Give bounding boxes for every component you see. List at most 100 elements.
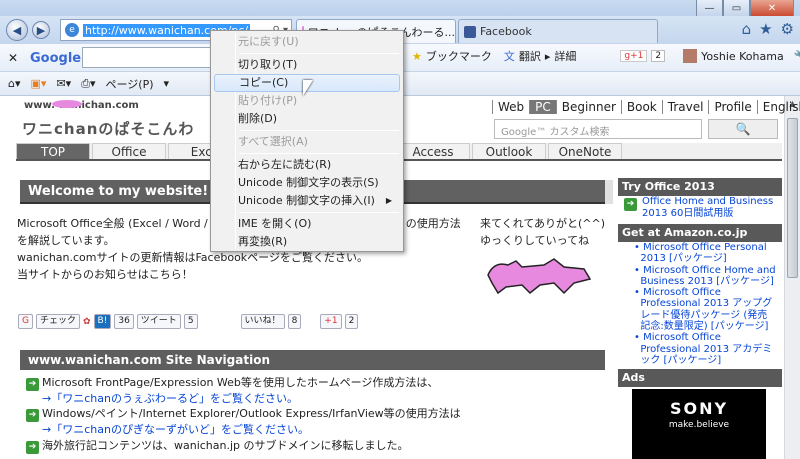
arrow-icon: ➔ xyxy=(624,196,640,211)
site-logo[interactable]: ワニchanのぱそこんわ xyxy=(22,118,194,139)
forward-arrow-icon: ▶ xyxy=(36,23,46,37)
nav-link-web[interactable]: →「ワニchanのうぇぶわーるど」をご覧ください。 xyxy=(42,390,298,406)
menu-item-undo[interactable]: 元に戻す(U) xyxy=(214,33,400,51)
more-icon[interactable]: ▸ xyxy=(545,50,551,63)
ads-heading: Ads xyxy=(618,369,782,387)
amazon-list: • Microsoft Office Personal 2013 [パッケージ]… xyxy=(634,242,776,366)
back-arrow-icon: ◀ xyxy=(12,23,22,37)
intro-line: 当サイトからのお知らせはこちら！ xyxy=(17,268,193,281)
google-search-input[interactable] xyxy=(82,47,212,68)
amazon-item[interactable]: • Microsoft Office Professional 2013 アカデ… xyxy=(634,332,776,366)
crocodile-image xyxy=(487,258,592,295)
tools-gear-icon[interactable]: ⚙ xyxy=(781,20,794,38)
print-icon[interactable]: ⎙▾ xyxy=(81,77,95,91)
top-link-beginner[interactable]: Beginner xyxy=(555,100,621,114)
greeting-text: 来てくれてありがと(^^) ゆっくりしていってね xyxy=(480,215,605,249)
menu-item-select-all[interactable]: すべて選択(A) xyxy=(214,133,400,151)
top-links: Web PC Beginner Book Travel Profile Engl… xyxy=(492,100,800,114)
menu-item-show-unicode[interactable]: Unicode 制御文字の表示(S) xyxy=(214,174,400,192)
try-office-link[interactable]: Office Home and Business 2013 60日間試用版 xyxy=(642,196,773,220)
feeds-icon[interactable]: ▣▾ xyxy=(31,77,47,90)
tweet-button[interactable]: ツイート xyxy=(136,314,181,329)
arrow-icon: ➔ xyxy=(26,409,39,422)
nav-item: ➔ Windows/ペイント/Internet Explorer/Outlook … xyxy=(26,405,461,422)
top-link-web[interactable]: Web xyxy=(492,100,529,114)
tab-facebook[interactable]: Facebook xyxy=(458,19,658,43)
croc-logo-icon xyxy=(52,100,82,108)
like-count: 8 xyxy=(287,314,302,329)
site-logo-small[interactable]: www. wanichan.com xyxy=(24,100,139,111)
menu-office[interactable]: Office xyxy=(92,143,166,159)
mail-icon[interactable]: ✉▾ xyxy=(56,77,71,90)
sony-tagline: make.believe xyxy=(668,420,730,430)
back-button[interactable]: ◀ xyxy=(6,19,28,41)
menu-access[interactable]: Access xyxy=(396,143,470,159)
greeting-line: 来てくれてありがと(^^) xyxy=(480,217,606,230)
facebook-favicon-icon xyxy=(464,25,476,38)
user-name[interactable]: Yoshie Kohama xyxy=(701,50,784,63)
tab-label: Facebook xyxy=(480,25,532,38)
details-button[interactable]: 詳細 xyxy=(554,48,576,64)
home-icon[interactable]: ⌂ xyxy=(742,20,752,38)
plus-one-button[interactable]: +1 xyxy=(320,314,342,329)
context-menu: 元に戻す(U) 切り取り(T) コピー(C) 貼り付け(P) 削除(D) すべて… xyxy=(210,30,404,252)
top-link-profile[interactable]: Profile xyxy=(708,100,756,114)
plus-one-count: 2 xyxy=(651,50,666,62)
scroll-thumb[interactable] xyxy=(787,118,798,278)
heading-edge xyxy=(605,180,613,204)
tweet-count: 5 xyxy=(183,314,198,329)
try-office-heading: Try Office 2013 xyxy=(618,178,782,196)
menu-onenote[interactable]: OneNote xyxy=(548,143,622,159)
amazon-heading: Get at Amazon.co.jp xyxy=(618,224,782,242)
hatena-count: 36 xyxy=(114,314,134,329)
menu-item-rtl[interactable]: 右から左に読む(R) xyxy=(214,156,400,174)
forward-button[interactable]: ▶ xyxy=(32,21,50,39)
submenu-arrow-icon: ▶ xyxy=(385,196,392,205)
translate-icon[interactable]: 文 xyxy=(504,48,515,64)
top-link-pc[interactable]: PC xyxy=(529,100,556,114)
nav-link-beginner[interactable]: →「ワニchanのぴぎなーずがいど」をご覧ください。 xyxy=(42,421,309,437)
like-button[interactable]: いいね！ xyxy=(240,314,285,329)
top-link-travel[interactable]: Travel xyxy=(661,100,709,114)
site-navigation-heading: www.wanichan.com Site Navigation xyxy=(20,350,605,370)
menu-item-cut[interactable]: 切り取り(T) xyxy=(214,56,400,74)
greeting-line: ゆっくりしていってね xyxy=(480,234,590,247)
menu-outlook[interactable]: Outlook xyxy=(472,143,546,159)
menu-item-insert-unicode[interactable]: Unicode 制御文字の挿入(I) ▶ xyxy=(214,192,400,210)
hatena-bookmark-icon[interactable]: B! xyxy=(93,314,112,329)
google-share-icon[interactable]: G xyxy=(18,314,33,329)
vertical-scrollbar[interactable]: ▲ xyxy=(784,96,800,459)
favorites-star-icon[interactable]: ★ xyxy=(759,20,772,38)
top-link-english[interactable]: English xyxy=(756,100,800,114)
check-button[interactable]: チェック xyxy=(35,314,80,329)
wrench-icon[interactable]: ✕ xyxy=(8,51,18,65)
amazon-item[interactable]: • Microsoft Office Professional 2013 アップ… xyxy=(634,287,776,332)
plus-one-count: 2 xyxy=(344,314,359,329)
browser-icons: ⌂ ★ ⚙ xyxy=(742,20,794,38)
amazon-item[interactable]: • Microsoft Office Personal 2013 [パッケージ] xyxy=(634,242,776,265)
bookmark-button[interactable]: ブックマーク xyxy=(426,48,492,64)
settings-icon[interactable]: 🔧 xyxy=(794,50,800,63)
chevron-down-icon[interactable]: ▾ xyxy=(164,77,170,90)
ie-page-icon: e xyxy=(65,23,79,37)
home-icon[interactable]: ⌂▾ xyxy=(8,77,21,90)
amazon-item[interactable]: • Microsoft Office Home and Business 201… xyxy=(634,265,776,288)
top-link-book[interactable]: Book xyxy=(620,100,662,114)
custom-search-input[interactable]: Google™ カスタム検索 xyxy=(494,119,702,139)
nav-item: ➔ 海外旅行記コンテンツは、wanichan.jp のサブドメインに移転しました。 xyxy=(26,437,409,454)
menu-top[interactable]: TOP xyxy=(16,143,90,159)
sony-ad[interactable]: SONY make.believe xyxy=(632,389,766,459)
mouse-cursor-icon xyxy=(303,80,313,96)
nav-item: ➔ Microsoft FrontPage/Expression Web等を使用し… xyxy=(26,374,438,391)
bookmark-star-icon[interactable]: ★ xyxy=(412,50,422,63)
menu-item-open-ime[interactable]: IME を開く(O) xyxy=(214,215,400,233)
page-menu[interactable]: ページ(P) xyxy=(106,76,154,92)
plus-one-button[interactable]: g+1 xyxy=(620,50,648,62)
intro-line-tail: ) の使用方法 xyxy=(398,217,461,230)
menu-item-delete[interactable]: 削除(D) xyxy=(214,110,400,128)
search-button[interactable]: 🔍 xyxy=(708,119,778,139)
hatena-icon[interactable]: ✿ xyxy=(83,317,91,327)
menu-item-reconvert[interactable]: 再変換(R) xyxy=(214,233,400,251)
translate-button[interactable]: 翻訳 xyxy=(519,48,541,64)
search-icon: 🔍 xyxy=(735,122,751,136)
